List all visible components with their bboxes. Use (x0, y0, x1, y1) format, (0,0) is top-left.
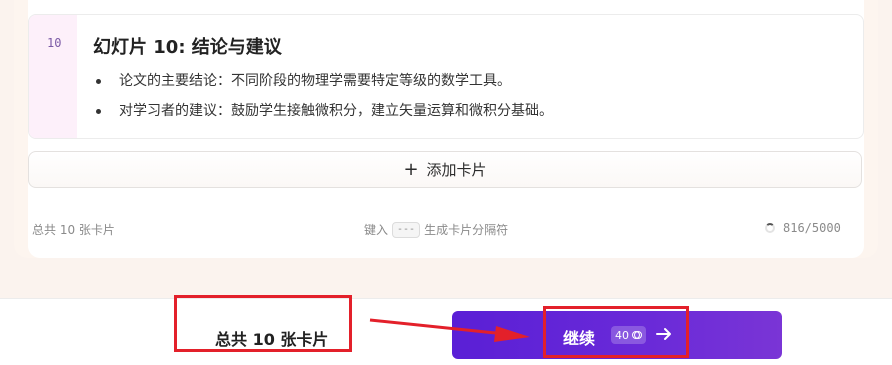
card-count-text: 总共 10 张卡片 (32, 223, 115, 237)
progress-ring-icon (765, 223, 775, 233)
annotation-highlight-continue (543, 306, 689, 358)
char-count-text: 816/5000 (783, 221, 841, 235)
slide-number-column: 10 (29, 15, 77, 138)
add-card-button[interactable]: + 添加卡片 (28, 151, 862, 188)
add-card-label: 添加卡片 (426, 161, 487, 179)
slide-card[interactable]: 10 幻灯片 10: 结论与建议 论文的主要结论：不同阶段的物理学需要特定等级的… (28, 14, 864, 139)
slide-bullet[interactable]: 对学习者的建议：鼓励学生接触微积分，建立矢量运算和微积分基础。 (93, 101, 553, 131)
slide-bullet[interactable]: 论文的主要结论：不同阶段的物理学需要特定等级的数学工具。 (93, 71, 553, 101)
plus-icon: + (403, 158, 419, 180)
hint-key: --- (392, 221, 421, 238)
slide-bullet-list: 论文的主要结论：不同阶段的物理学需要特定等级的数学工具。 对学习者的建议：鼓励学… (93, 71, 553, 131)
char-counter: 816/5000 (765, 221, 841, 235)
separator-hint: 键入 --- 生成卡片分隔符 (364, 221, 508, 238)
slide-number: 10 (47, 36, 62, 50)
annotation-highlight-total (174, 295, 352, 352)
hint-suffix: 生成卡片分隔符 (424, 223, 509, 237)
slide-title[interactable]: 幻灯片 10: 结论与建议 (93, 33, 282, 59)
hint-prefix: 键入 (364, 223, 389, 237)
